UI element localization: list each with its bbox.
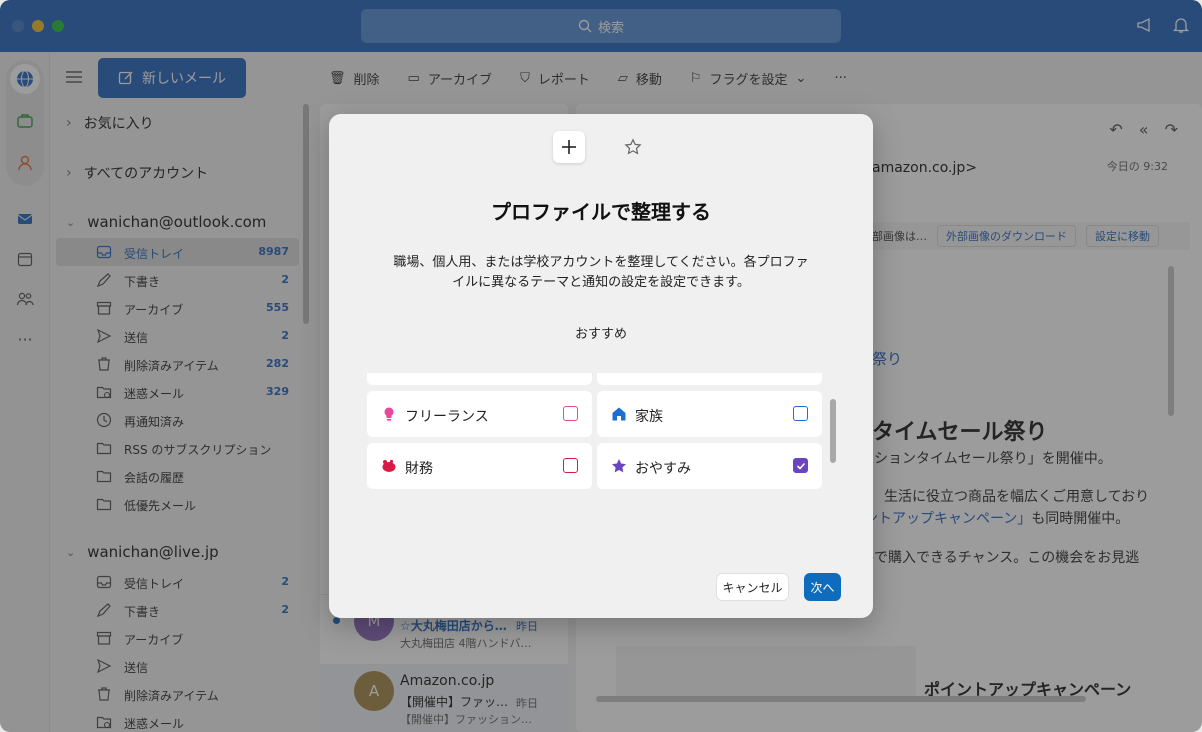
options-scrollbar-thumb[interactable] [830,399,836,463]
profile-option-checkbox[interactable] [563,458,578,473]
star-icon [611,458,627,474]
profile-option-checkbox[interactable] [793,458,808,473]
profile-option-checkbox[interactable] [793,406,808,421]
profile-option-card[interactable]: 家族 [597,391,822,437]
profile-option-checkbox[interactable] [563,406,578,421]
profile-option-card-partial [367,373,592,385]
star-outline-icon[interactable] [617,131,649,163]
lightbulb-icon [381,406,397,422]
profile-dialog: プロファイルで整理する 職場、個人用、または学校アカウントを整理してください。各… [329,114,873,618]
profile-option-label: フリーランス [405,409,489,425]
recommended-label: おすすめ [574,327,627,342]
profile-option-label: おやすみ [635,461,691,477]
piggy-bank-icon [381,458,397,474]
plus-icon[interactable] [553,131,585,163]
profile-option-label: 家族 [635,409,663,425]
profile-option-card-partial [597,373,822,385]
profile-option-label: 財務 [405,461,433,477]
profile-option-card[interactable]: フリーランス [367,391,592,437]
outlook-window: 検索 ··· 新しいメール › お気に入り › すべてのアカウント ⌄ wani… [0,0,1202,732]
house-icon [611,406,627,422]
profile-option-card[interactable]: 財務 [367,443,592,489]
profile-options-grid: フリーランス 家族財務 おやすみ [367,373,827,495]
profile-option-card[interactable]: おやすみ [597,443,822,489]
checkmark-icon [796,462,805,470]
dialog-description: 職場、個人用、または学校アカウントを整理してください。各プロファイルに異なるテー… [393,255,809,290]
next-button[interactable]: 次へ [804,573,841,601]
dialog-title: プロファイルで整理する [491,200,711,224]
options-scrollbar[interactable] [827,373,841,495]
cancel-button[interactable]: キャンセル [716,573,789,601]
